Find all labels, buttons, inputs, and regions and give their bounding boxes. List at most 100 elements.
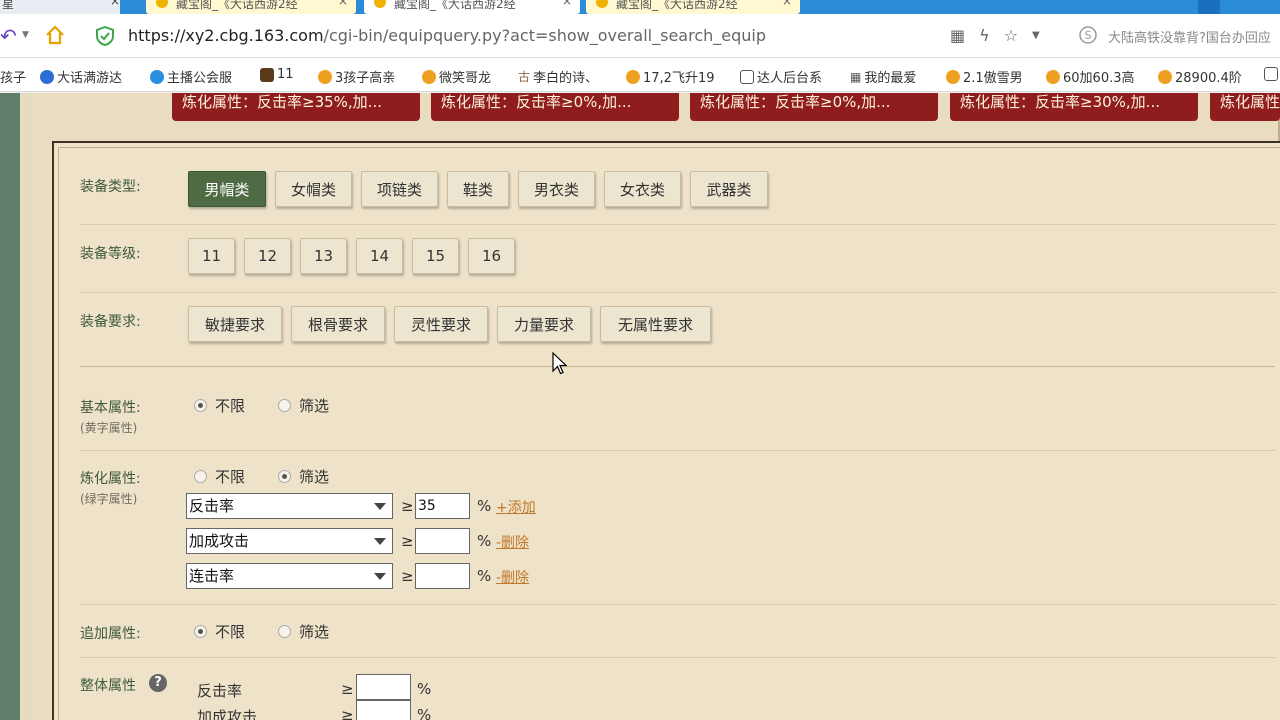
url-field[interactable]: https://xy2.cbg.163.com/cgi-bin/equipque…: [128, 26, 766, 45]
bookmark-item[interactable]: 60加60.3高: [1046, 67, 1135, 86]
refine-attr-any-radio[interactable]: 不限: [194, 466, 245, 487]
refine-attr-select[interactable]: 加成攻击: [186, 528, 393, 554]
req-spirit-button[interactable]: 灵性要求: [394, 306, 488, 342]
equip-type-male-clothes-button[interactable]: 男衣类: [518, 171, 595, 207]
bookmark-item[interactable]: 11: [260, 67, 294, 82]
bookmark-item[interactable]: 17,2飞升19: [626, 67, 715, 86]
refine-attr-select[interactable]: 连击率: [186, 563, 393, 589]
browser-tab-label: 藏宝阁_《大话西游2经: [176, 0, 298, 11]
overall-attr-value-input[interactable]: [356, 700, 411, 720]
chevron-down-icon[interactable]: ▼: [22, 30, 29, 40]
saved-search-tag[interactable]: 炼化属性：反击率≥35%,加...: [172, 93, 420, 121]
bookmark-item[interactable]: 古李白的诗、: [518, 67, 598, 86]
level-14-button[interactable]: 14: [356, 238, 403, 274]
bookmark-item[interactable]: ▦ 我的最爱: [850, 67, 916, 87]
browser-tab[interactable]: 藏宝阁_《大话西游2经 ×: [586, 0, 800, 14]
close-icon[interactable]: ×: [782, 0, 792, 7]
close-icon[interactable]: ×: [338, 0, 348, 7]
bookmark-item[interactable]: 2.1傲雪男: [946, 67, 1023, 86]
extra-attr-any-radio[interactable]: 不限: [194, 621, 245, 642]
tab-favicon-icon: [156, 0, 168, 8]
divider: [80, 224, 1275, 225]
refine-attr-value-input[interactable]: [415, 528, 470, 554]
bookmark-item[interactable]: 大话满游达: [40, 67, 122, 86]
percent-sign: %: [477, 567, 492, 585]
bookmark-item[interactable]: 28900.4阶: [1158, 67, 1242, 86]
undo-icon[interactable]: ↶: [0, 24, 17, 48]
saved-search-tag-label: 炼化属性：反击率≥0%,加...: [700, 93, 891, 111]
close-icon[interactable]: ×: [110, 0, 120, 7]
ge-sign: ≥: [401, 497, 414, 515]
grid-icon[interactable]: ▦: [950, 26, 965, 45]
bookmark-item[interactable]: 达人后台系: [740, 67, 822, 86]
equip-type-male-hat-button[interactable]: 男帽类: [188, 171, 266, 207]
equip-type-female-hat-button[interactable]: 女帽类: [275, 171, 352, 207]
browser-tab-label: 藏宝阁_《大话西游2经: [616, 0, 738, 11]
equip-type-necklace-button[interactable]: 项链类: [361, 171, 438, 207]
req-strength-button[interactable]: 力量要求: [497, 306, 591, 342]
equip-type-female-clothes-button[interactable]: 女衣类: [604, 171, 681, 207]
delete-attr-link[interactable]: -删除: [496, 567, 529, 587]
bookmark-label: 17,2飞升19: [643, 71, 715, 86]
browser-tab-active[interactable]: 藏宝阁_《大话西游2经 ×: [364, 0, 580, 14]
page-left-border-inner: [20, 93, 34, 720]
level-11-button[interactable]: 11: [188, 238, 235, 274]
bookmark-item[interactable]: 3孩子高亲: [318, 67, 395, 86]
browser-tab-fragment-label: 星: [2, 0, 15, 11]
refine-attr-filter-radio[interactable]: 筛选: [278, 466, 329, 487]
tab-favicon-icon: [374, 0, 386, 8]
grid-icon: ▦: [850, 69, 862, 84]
saved-search-tag[interactable]: 炼化属性：反击率≥0%,加...: [431, 93, 679, 121]
delete-attr-link[interactable]: -删除: [496, 532, 529, 552]
req-none-button[interactable]: 无属性要求: [600, 306, 711, 342]
browser-tab-fragment[interactable]: 星 ×: [0, 0, 120, 14]
req-agility-button[interactable]: 敏捷要求: [188, 306, 282, 342]
bookmark-item[interactable]: 微笑哥龙: [422, 67, 491, 86]
lightning-icon[interactable]: ϟ: [979, 26, 990, 45]
equip-type-weapon-button[interactable]: 武器类: [690, 171, 768, 207]
add-attr-link[interactable]: +添加: [496, 497, 536, 517]
help-icon[interactable]: ?: [149, 674, 167, 692]
overall-attr-value-input[interactable]: [356, 674, 411, 700]
req-constitution-button[interactable]: 根骨要求: [291, 306, 385, 342]
radio-label: 筛选: [299, 623, 330, 641]
star-icon[interactable]: ☆: [1004, 26, 1018, 45]
bookmark-label: 微笑哥龙: [439, 71, 492, 86]
radio-label: 不限: [215, 468, 246, 486]
refine-attr-select[interactable]: 反击率: [186, 493, 393, 519]
search-hint[interactable]: 大陆高铁没靠背?国台办回应: [1108, 27, 1271, 46]
chevron-down-icon[interactable]: ▼: [1032, 26, 1040, 45]
document-icon: [740, 69, 754, 84]
close-icon[interactable]: ×: [562, 0, 572, 7]
browser-tab[interactable]: 藏宝阁_《大话西游2经 ×: [146, 0, 356, 14]
level-12-button[interactable]: 12: [244, 238, 291, 274]
basic-attr-filter-radio[interactable]: 筛选: [278, 395, 329, 416]
equip-type-shoes-button[interactable]: 鞋类: [447, 171, 509, 207]
extra-attr-filter-radio[interactable]: 筛选: [278, 621, 329, 642]
saved-search-tag[interactable]: 炼化属性: [1210, 93, 1280, 121]
bookmark-more[interactable]: [1264, 67, 1278, 81]
chevron-down-icon: [374, 503, 386, 510]
search-engine-icon[interactable]: S: [1078, 25, 1098, 45]
level-13-button[interactable]: 13: [300, 238, 347, 274]
home-icon[interactable]: [44, 24, 66, 46]
radio-indicator: [278, 399, 291, 412]
saved-search-tag[interactable]: 炼化属性：反击率≥0%,加...: [690, 93, 938, 121]
select-value: 反击率: [189, 497, 235, 515]
bookmark-icon: [40, 69, 54, 84]
bookmark-item[interactable]: 孩子: [0, 67, 26, 86]
level-15-button[interactable]: 15: [412, 238, 459, 274]
bookmark-label: 3孩子高亲: [335, 71, 396, 86]
level-16-button[interactable]: 16: [468, 238, 515, 274]
saved-search-tag[interactable]: 炼化属性：反击率≥30%,加...: [950, 93, 1198, 121]
basic-attr-sublabel: (黄字属性): [80, 421, 138, 435]
refine-attr-value-input[interactable]: [415, 563, 470, 589]
bookmark-item[interactable]: 主播公会服: [150, 67, 232, 86]
basic-attr-any-radio[interactable]: 不限: [194, 395, 245, 416]
refine-attr-value-input[interactable]: 35: [415, 493, 470, 519]
refine-attr-label: 炼化属性:: [80, 471, 141, 487]
url-path: /cgi-bin/equipquery.py?act=show_overall_…: [323, 26, 766, 45]
bookmark-label: 大话满游达: [57, 71, 123, 86]
radio-label: 不限: [215, 623, 246, 641]
tab-strip-button[interactable]: [1198, 0, 1220, 14]
